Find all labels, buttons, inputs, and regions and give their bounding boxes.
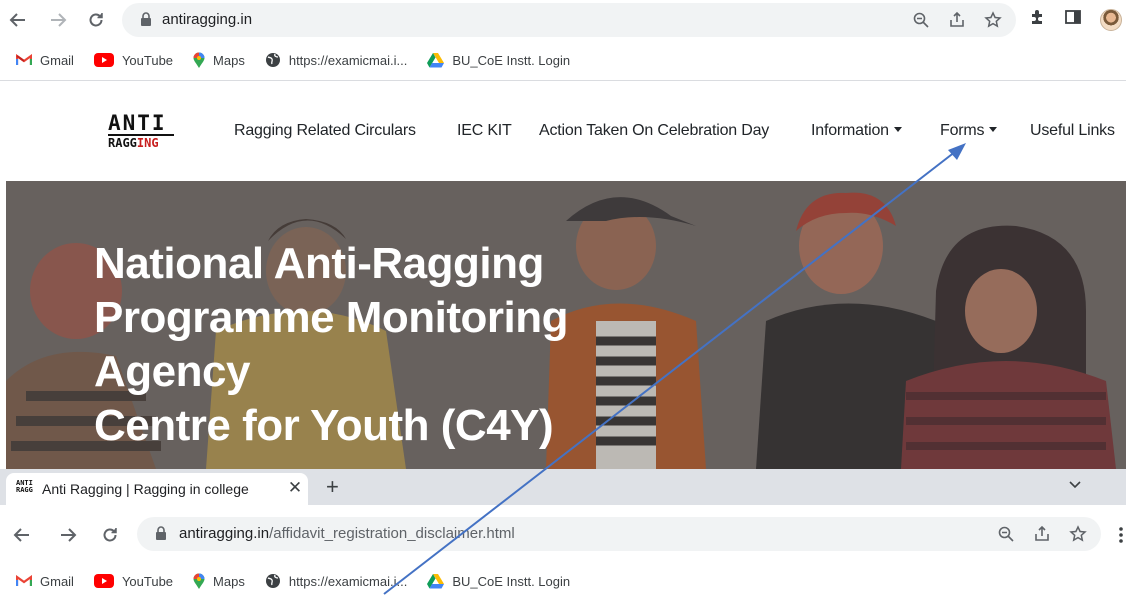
logo-text-bottom: RAGGING <box>108 136 159 150</box>
back-button[interactable] <box>6 8 30 32</box>
bookmark-label: BU_CoE Instt. Login <box>452 52 571 68</box>
bookmark-label: Gmail <box>40 573 74 589</box>
tab-anti-ragging[interactable]: ANTI RAGG Anti Ragging | Ragging in colle… <box>6 473 308 505</box>
drive-icon <box>427 573 445 588</box>
side-panel-icon[interactable] <box>1064 8 1082 31</box>
site-favicon: ANTI RAGG <box>16 479 33 494</box>
address-bar[interactable]: antiragging.in <box>122 3 1016 37</box>
site-logo[interactable]: ANTI RAGGING <box>108 113 188 153</box>
globe-icon <box>265 574 280 588</box>
browser-toolbar: antiragging.in <box>0 0 1126 40</box>
maps-icon <box>193 52 205 68</box>
tab-title: Anti Ragging | Ragging in college <box>42 481 249 497</box>
site-navbar: ANTI RAGGING Ragging Related Circulars I… <box>0 81 1126 181</box>
hero-title-line: Programme Monitoring <box>94 293 569 342</box>
hero-title-line: Centre for Youth (C4Y) <box>94 401 554 450</box>
reload-button[interactable] <box>84 8 108 32</box>
globe-icon <box>265 53 280 67</box>
reload-icon <box>103 528 117 542</box>
nav-iec-kit[interactable]: IEC KIT <box>457 122 512 140</box>
drive-icon <box>427 52 445 67</box>
bookmark-label: Maps <box>213 52 245 68</box>
arrow-left-icon <box>13 528 29 542</box>
bookmark-youtube[interactable]: YouTube <box>93 52 174 68</box>
bookmarks-bar-2: Gmail YouTube Maps https://examicmai.i..… <box>0 565 1126 597</box>
nav-useful-links[interactable]: Useful Links <box>1030 122 1115 140</box>
bookmark-gmail[interactable]: Gmail <box>16 53 74 68</box>
lock-icon <box>140 12 152 32</box>
reload-icon <box>89 13 103 27</box>
gmail-icon <box>16 54 32 65</box>
second-browser-window: ANTI RAGG Anti Ragging | Ragging in colle… <box>0 469 1126 597</box>
bookmark-examicmai[interactable]: https://examicmai.i... <box>265 573 407 589</box>
zoom-icon[interactable] <box>997 525 1015 548</box>
share-icon[interactable] <box>948 11 966 34</box>
extensions-icon[interactable] <box>1028 8 1046 31</box>
bookmark-examicmai[interactable]: https://examicmai.i... <box>265 52 407 68</box>
bookmark-star-icon[interactable] <box>1069 525 1087 548</box>
bookmark-maps[interactable]: Maps <box>193 573 245 590</box>
tab-strip: ANTI RAGG Anti Ragging | Ragging in colle… <box>0 469 1126 505</box>
chevron-down-icon[interactable] <box>1068 477 1082 495</box>
bookmark-label: Maps <box>213 573 245 589</box>
profile-avatar[interactable] <box>1100 8 1122 31</box>
logo-text-top: ANTI <box>108 111 167 135</box>
caret-down-icon <box>893 127 902 132</box>
gmail-icon <box>16 575 32 586</box>
tab-title-fade <box>246 477 282 499</box>
hero-title: National Anti-Ragging Programme Monitori… <box>94 237 569 453</box>
lock-icon <box>155 526 167 546</box>
bookmark-label: YouTube <box>121 52 174 68</box>
nav-forms-label: Forms <box>940 122 985 139</box>
forward-button[interactable] <box>46 8 70 32</box>
share-icon[interactable] <box>1033 525 1051 548</box>
caret-down-icon <box>989 127 998 132</box>
nav-ragging-circulars[interactable]: Ragging Related Circulars <box>234 122 416 140</box>
nav-information-label: Information <box>811 122 889 139</box>
nav-action-taken[interactable]: Action Taken On Celebration Day <box>539 122 769 140</box>
forward-button[interactable] <box>56 523 80 547</box>
arrow-right-icon <box>61 528 77 542</box>
bookmark-label: Gmail <box>40 52 74 68</box>
maps-icon <box>193 573 205 589</box>
close-tab-icon[interactable]: ✕ <box>286 479 304 497</box>
back-button[interactable] <box>10 523 34 547</box>
bookmark-label: https://examicmai.i... <box>288 573 408 589</box>
bookmark-star-icon[interactable] <box>984 11 1002 34</box>
nav-forms-dropdown[interactable]: Forms <box>940 122 998 140</box>
menu-dots-icon[interactable] <box>1118 527 1124 548</box>
arrow-right-icon <box>51 13 67 27</box>
zoom-icon[interactable] <box>912 11 930 34</box>
bookmark-bu-coe[interactable]: BU_CoE Instt. Login <box>427 52 571 68</box>
bookmark-maps[interactable]: Maps <box>193 52 245 69</box>
browser-toolbar-2: antiragging.in/affidavit_registration_di… <box>0 505 1126 565</box>
address-url[interactable]: antiragging.in/affidavit_registration_di… <box>179 525 515 542</box>
hero-title-line: Agency <box>94 347 250 396</box>
bookmarks-bar: Gmail YouTube Maps https://examicmai.i..… <box>0 44 1126 76</box>
bookmark-label: BU_CoE Instt. Login <box>452 573 571 589</box>
bookmark-bu-coe[interactable]: BU_CoE Instt. Login <box>427 573 571 589</box>
bookmark-youtube[interactable]: YouTube <box>93 573 174 589</box>
hero-banner: National Anti-Ragging Programme Monitori… <box>6 181 1126 469</box>
address-url[interactable]: antiragging.in <box>162 11 252 28</box>
reload-button[interactable] <box>98 523 122 547</box>
nav-information-dropdown[interactable]: Information <box>811 122 902 140</box>
arrow-left-icon <box>9 13 25 27</box>
youtube-icon <box>93 574 114 588</box>
hero-title-line: National Anti-Ragging <box>94 239 544 288</box>
youtube-icon <box>93 53 114 67</box>
bookmark-label: https://examicmai.i... <box>288 52 408 68</box>
new-tab-button[interactable]: + <box>326 476 339 498</box>
bookmark-label: YouTube <box>121 573 174 589</box>
bookmark-gmail[interactable]: Gmail <box>16 574 74 589</box>
address-bar[interactable]: antiragging.in/affidavit_registration_di… <box>137 517 1101 551</box>
